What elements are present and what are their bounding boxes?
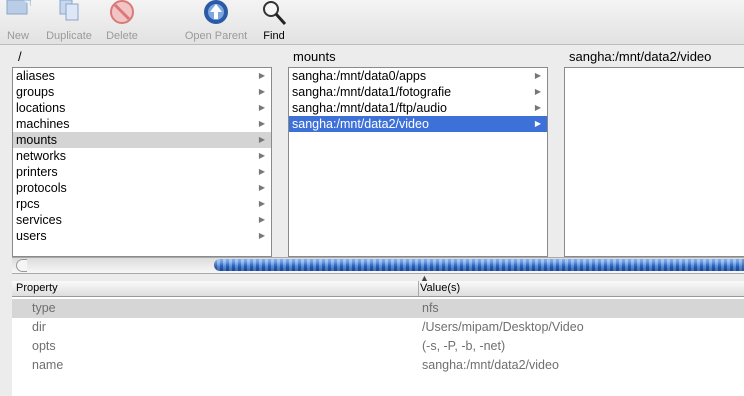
column-header-property[interactable]: Property — [12, 281, 419, 296]
chevron-right-icon: ▶ — [258, 215, 265, 224]
delete-button-label: Delete — [106, 30, 138, 42]
chevron-right-icon: ▶ — [258, 87, 265, 96]
path-col1: / — [18, 49, 22, 64]
path-col2: mounts — [293, 49, 336, 64]
delete-button[interactable]: Delete — [100, 0, 144, 44]
list-item[interactable]: sangha:/mnt/data0/apps ▶ — [289, 68, 547, 84]
property-name: type — [32, 301, 56, 315]
list-item[interactable]: machines ▶ — [13, 116, 271, 132]
scrollbar-left-cap[interactable] — [16, 259, 27, 272]
chevron-right-icon: ▶ — [534, 119, 541, 128]
property-name: dir — [32, 320, 46, 334]
chevron-right-icon: ▶ — [258, 167, 265, 176]
browser-column-1[interactable]: aliases ▶ groups ▶ locations ▶ machines ▶ mo… — [12, 67, 272, 257]
list-item[interactable]: services ▶ — [13, 212, 271, 228]
property-table: Property Value(s) type nfs dir /Users/mi… — [12, 281, 744, 396]
chevron-right-icon: ▶ — [258, 199, 265, 208]
toolbar: New Duplicate Delete Open Parent Find — [0, 0, 744, 45]
list-item[interactable]: groups ▶ — [13, 84, 271, 100]
path-col3: sangha:/mnt/data2/video — [569, 49, 712, 64]
property-name: name — [32, 358, 64, 372]
magnifier-icon — [263, 1, 287, 26]
property-value: /Users/mipam/Desktop/Video — [422, 320, 584, 334]
list-item[interactable]: sangha:/mnt/data1/fotografie ▶ — [289, 84, 547, 100]
chevron-right-icon: ▶ — [534, 103, 541, 112]
new-button[interactable]: New — [0, 0, 36, 44]
list-item[interactable]: rpcs ▶ — [13, 196, 271, 212]
browser-column-2[interactable]: sangha:/mnt/data0/apps ▶ sangha:/mnt/data… — [288, 67, 548, 257]
table-row[interactable]: opts (-s, -P, -b, -net) — [12, 337, 744, 356]
chevron-right-icon: ▶ — [258, 151, 265, 160]
open-parent-button[interactable]: Open Parent — [178, 0, 254, 44]
delete-icon — [110, 0, 134, 24]
table-header: Property Value(s) — [12, 281, 744, 297]
find-button[interactable]: Find — [258, 0, 290, 44]
scrollbar-thumb[interactable] — [214, 259, 744, 271]
list-item-selected[interactable]: sangha:/mnt/data2/video ▶ — [289, 116, 547, 132]
list-item[interactable]: protocols ▶ — [13, 180, 271, 196]
table-row[interactable]: name sangha:/mnt/data2/video — [12, 356, 744, 375]
browser-column-3[interactable] — [564, 67, 744, 257]
open-parent-icon — [204, 0, 228, 24]
chevron-right-icon: ▶ — [258, 119, 265, 128]
new-button-label: New — [6, 30, 29, 42]
property-name: opts — [32, 339, 56, 353]
list-item[interactable]: networks ▶ — [13, 148, 271, 164]
list-item[interactable]: locations ▶ — [13, 100, 271, 116]
duplicate-button[interactable]: Duplicate — [40, 0, 98, 44]
chevron-right-icon: ▶ — [258, 135, 265, 144]
horizontal-scrollbar[interactable] — [12, 257, 744, 274]
column-path-bar: / mounts sangha:/mnt/data2/video — [0, 46, 744, 66]
duplicate-icon — [59, 0, 79, 21]
chevron-right-icon: ▶ — [534, 87, 541, 96]
list-item[interactable]: sangha:/mnt/data1/ftp/audio ▶ — [289, 100, 547, 116]
table-row[interactable]: dir /Users/mipam/Desktop/Video — [12, 318, 744, 337]
column-header-values[interactable]: Value(s) — [416, 281, 460, 296]
list-item[interactable]: aliases ▶ — [13, 68, 271, 84]
list-item[interactable]: printers ▶ — [13, 164, 271, 180]
chevron-right-icon: ▶ — [258, 103, 265, 112]
property-value: (-s, -P, -b, -net) — [422, 339, 506, 353]
chevron-right-icon: ▶ — [258, 183, 265, 192]
new-folder-icon — [6, 0, 31, 15]
find-button-label: Find — [263, 30, 285, 42]
property-value: sangha:/mnt/data2/video — [422, 358, 559, 372]
chevron-right-icon: ▶ — [258, 71, 265, 80]
open-parent-button-label: Open Parent — [184, 30, 248, 42]
duplicate-button-label: Duplicate — [46, 30, 92, 42]
chevron-right-icon: ▶ — [534, 71, 541, 80]
chevron-right-icon: ▶ — [258, 231, 265, 240]
table-row[interactable]: type nfs — [12, 299, 744, 318]
list-item[interactable]: users ▶ — [13, 228, 271, 244]
list-item-selected[interactable]: mounts ▶ — [13, 132, 271, 148]
property-value: nfs — [422, 301, 439, 315]
